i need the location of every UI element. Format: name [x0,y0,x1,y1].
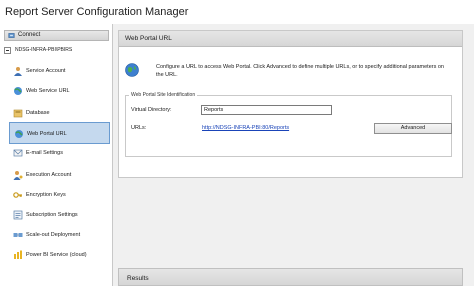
sidebar-item-label: Web Portal URL [27,131,67,137]
web-portal-url-panel: Web Portal URL Configure a URL to access… [118,30,463,178]
sidebar-item-label: Encryption Keys [26,192,66,198]
sidebar-item-label: Execution Account [26,172,72,178]
sidebar-item-database[interactable]: Database [9,104,110,122]
url-link[interactable]: http://NDSG-INFRA-PBI:80/Reports [202,125,289,131]
sidebar-item-label: Power BI Service (cloud) [26,252,87,258]
connect-button[interactable]: Connect [4,30,109,41]
web-service-url-icon [14,87,22,95]
collapse-icon[interactable] [4,47,11,54]
sidebar-item-encryption-keys[interactable]: Encryption Keys [9,186,110,204]
sidebar-item-email-settings[interactable]: E-mail Settings [9,144,110,162]
window-title: Report Server Configuration Manager [5,6,189,18]
web-portal-url-icon [15,130,23,138]
power-bi-icon [14,250,22,259]
service-account-icon [14,67,22,76]
sidebar-item-label: Scale-out Deployment [26,232,81,238]
sidebar-item-label: E-mail Settings [26,150,63,156]
title-bar: Report Server Configuration Manager [0,0,474,24]
server-node[interactable]: NDSG-INFRA-PBI\PBIRS [4,46,109,56]
sidebar-item-label: Service Account [26,68,66,74]
database-icon [13,109,23,118]
virtual-directory-input[interactable] [201,105,332,115]
sidebar-item-execution-account[interactable]: Execution Account [9,166,110,184]
sidebar-item-label: Subscription Settings [26,212,78,218]
sidebar-item-label: Database [26,110,50,116]
sidebar-item-subscription-settings[interactable]: Subscription Settings [9,206,110,224]
subscription-icon [13,210,23,220]
panel-title: Web Portal URL [125,35,172,42]
results-header: Results [127,275,149,282]
sidebar-item-label: Web Service URL [26,88,70,94]
globe-icon [125,63,139,77]
server-label: NDSG-INFRA-PBI\PBIRS [15,47,73,53]
connect-label: Connect [18,32,41,38]
email-icon [13,149,23,157]
panel-header: Web Portal URL [119,31,462,47]
virtual-directory-label: Virtual Directory: [131,107,172,113]
connect-icon [8,33,15,38]
main-panel: Web Portal URL Configure a URL to access… [118,24,474,286]
site-identification-group: Web Portal Site Identification Virtual D… [125,92,452,157]
results-panel: Results [118,268,463,286]
execution-account-icon [13,171,23,180]
sidebar-item-power-bi-service[interactable]: Power BI Service (cloud) [9,246,110,264]
sidebar-item-web-service-url[interactable]: Web Service URL [9,82,110,100]
group-label: Web Portal Site Identification [129,92,198,98]
sidebar-item-scale-out-deployment[interactable]: Scale-out Deployment [9,226,110,244]
advanced-button[interactable]: Advanced [374,123,452,134]
sidebar-item-service-account[interactable]: Service Account [9,62,110,80]
scale-out-icon [13,233,23,237]
description-text: Configure a URL to access Web Portal. Cl… [156,64,444,78]
sidebar-item-web-portal-url[interactable]: Web Portal URL [9,122,110,144]
urls-label: URLs: [131,125,147,131]
sidebar: Connect NDSG-INFRA-PBI\PBIRS Service Acc… [0,24,113,286]
key-icon [13,192,22,198]
